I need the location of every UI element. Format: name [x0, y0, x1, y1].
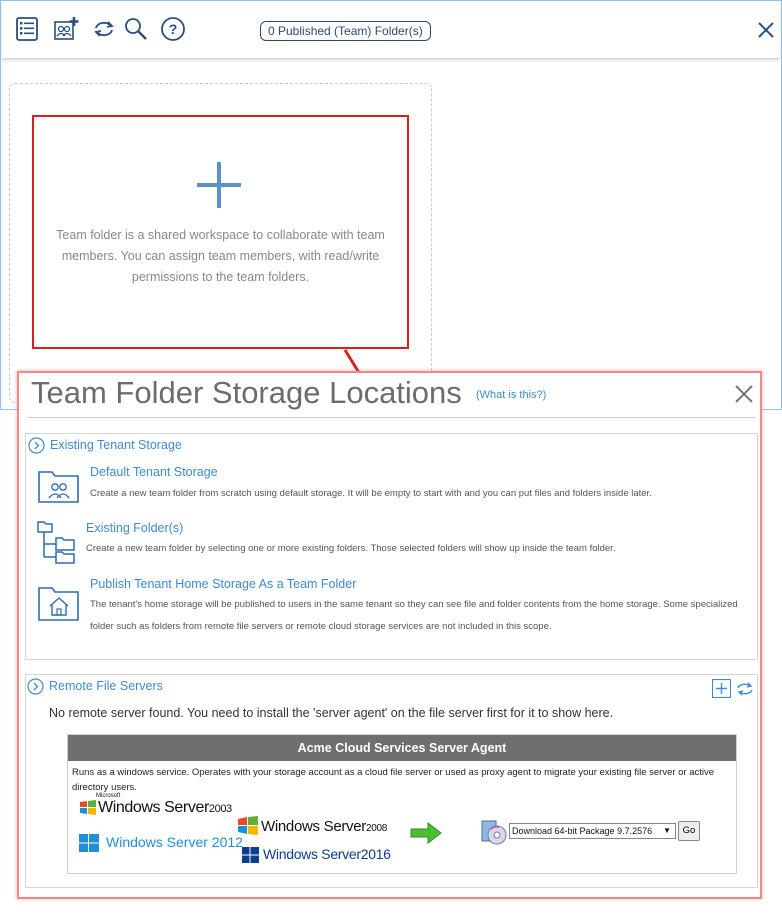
option-publish-home-storage[interactable]: Publish Tenant Home Storage As a Team Fo… [90, 577, 356, 591]
highlight-annotation [32, 115, 409, 349]
option-existing-folders[interactable]: Existing Folder(s) [86, 521, 183, 535]
add-team-folder-icon[interactable] [53, 16, 79, 42]
windows-tiles-icon [242, 847, 259, 863]
published-folders-badge[interactable]: 0 Published (Team) Folder(s) [260, 21, 431, 41]
windows-server-2012-logo: Windows Server 2012 [106, 834, 243, 850]
refresh-servers-icon[interactable] [735, 679, 755, 698]
agent-description: Runs as a windows service. Operates with… [72, 767, 715, 793]
agent-heading: Acme Cloud Services Server Agent [68, 735, 736, 761]
refresh-icon[interactable] [91, 16, 117, 42]
section-title-existing[interactable]: Existing Tenant Storage [50, 438, 182, 452]
svg-text:?: ? [169, 21, 178, 37]
storage-locations-dialog: Team Folder Storage Locations (What is t… [17, 371, 762, 899]
no-server-message: No remote server found. You need to inst… [49, 706, 614, 720]
option-description: The tenant's home storage will be publis… [90, 599, 738, 632]
go-button[interactable]: Go [678, 821, 700, 841]
windows-server-2008-logo: Windows Server2008 [261, 818, 388, 835]
option-description: Create a new team folder by selecting on… [86, 543, 616, 554]
dialog-divider [27, 417, 756, 418]
windows-server-2003-logo: Windows Server2003 [98, 799, 232, 816]
dialog-close-icon[interactable] [733, 383, 755, 405]
server-agent-box: Acme Cloud Services Server Agent Runs as… [67, 734, 737, 874]
toolbar: ? 0 Published (Team) Folder(s) [2, 2, 780, 59]
existing-storage-panel: Existing Tenant Storage Default Tenant S… [25, 433, 758, 660]
section-title-remote[interactable]: Remote File Servers [49, 679, 163, 693]
windows-tiles-icon [78, 833, 100, 853]
list-view-icon[interactable] [14, 16, 40, 42]
option-description: Create a new team folder from scratch us… [90, 488, 652, 499]
installer-disc-icon [481, 819, 507, 845]
windows-flag-icon [236, 815, 260, 837]
folder-tree-icon[interactable] [36, 520, 76, 564]
dropdown-caret-icon: ▼ [663, 826, 671, 835]
add-server-icon[interactable] [711, 678, 732, 699]
option-default-storage[interactable]: Default Tenant Storage [90, 465, 218, 479]
windows-server-2016-logo: Windows Server2016 [263, 846, 391, 862]
whats-this-link[interactable]: (What is this?) [476, 389, 546, 401]
search-icon[interactable] [123, 16, 149, 42]
green-arrow-icon [410, 821, 442, 845]
team-folder-icon[interactable] [38, 468, 80, 504]
windows-flag-icon [78, 799, 98, 817]
chevron-right-icon[interactable] [28, 437, 45, 454]
package-select[interactable]: Download 64-bit Package 9.7.2576 ▼ [509, 823, 676, 839]
close-icon[interactable] [754, 18, 778, 42]
chevron-right-icon[interactable] [27, 678, 44, 695]
help-icon[interactable]: ? [160, 16, 186, 42]
dialog-title: Team Folder Storage Locations [31, 375, 462, 410]
home-folder-icon[interactable] [38, 584, 80, 622]
